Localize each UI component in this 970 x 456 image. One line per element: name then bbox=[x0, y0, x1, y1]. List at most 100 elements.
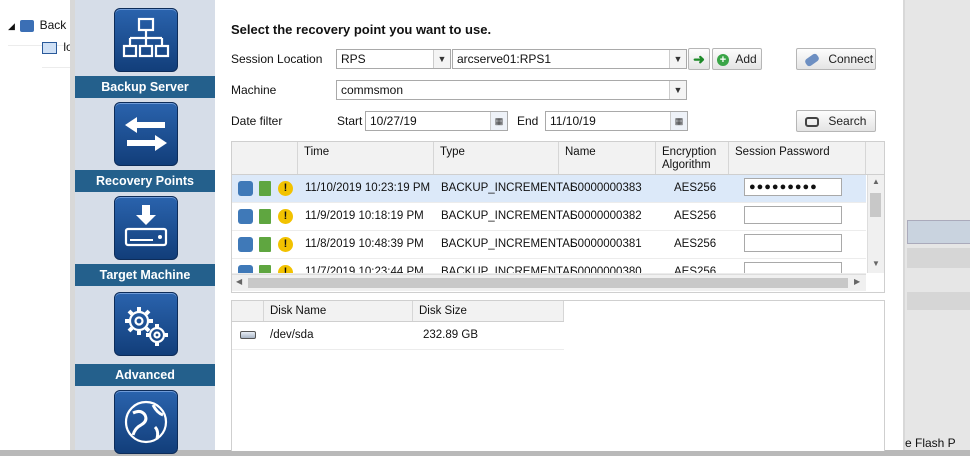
column-header-name[interactable]: Name bbox=[559, 142, 656, 174]
connect-button[interactable]: Connect bbox=[796, 48, 876, 70]
chevron-down-icon[interactable]: ▼ bbox=[433, 50, 450, 68]
flag-icon bbox=[259, 209, 271, 224]
scroll-down-icon[interactable]: ▼ bbox=[872, 259, 880, 268]
flag-icon bbox=[259, 237, 271, 252]
table-row[interactable]: /dev/sda 232.89 GB bbox=[232, 322, 564, 350]
column-header-type[interactable]: Type bbox=[434, 142, 559, 174]
start-date-field[interactable]: 10/27/19 ▦ bbox=[365, 111, 508, 131]
chevron-down-icon[interactable]: ▼ bbox=[669, 50, 686, 68]
sidebar-item-recovery-points[interactable]: Recovery Points bbox=[75, 98, 215, 192]
session-password-input[interactable] bbox=[744, 262, 842, 273]
cell-encryption: AES256 bbox=[674, 266, 717, 274]
machine-label: Machine bbox=[231, 83, 277, 97]
machine-value: commsmon bbox=[341, 83, 404, 97]
sidebar-item-next-step[interactable] bbox=[75, 386, 215, 454]
sidebar-item-backup-server[interactable]: Backup Server bbox=[75, 0, 215, 98]
column-header-disk-name[interactable]: Disk Name bbox=[270, 305, 326, 317]
background-tree-panel: ◢ Back lo bbox=[0, 0, 73, 450]
warning-icon: ! bbox=[278, 181, 293, 196]
search-button-label: Search bbox=[828, 114, 867, 128]
sidebar-item-target-machine[interactable]: Target Machine bbox=[75, 192, 215, 286]
calendar-icon[interactable]: ▦ bbox=[670, 112, 687, 130]
background-text: e Flash P bbox=[905, 436, 956, 450]
session-password-input[interactable] bbox=[744, 206, 842, 224]
cell-type: BACKUP_INCREMENTAL bbox=[441, 238, 577, 250]
flag-icon bbox=[259, 265, 271, 273]
connect-button-label: Connect bbox=[828, 52, 874, 66]
column-divider bbox=[563, 301, 564, 321]
globe-icon bbox=[114, 390, 178, 454]
warning-icon: ! bbox=[278, 237, 293, 252]
cell-type: BACKUP_INCREMENTAL bbox=[441, 210, 577, 222]
column-header-disk-size[interactable]: Disk Size bbox=[419, 305, 467, 317]
cell-name: S0000000381 bbox=[570, 238, 642, 250]
sidebar-item-label: Backup Server bbox=[75, 76, 215, 98]
target-machine-icon bbox=[114, 196, 178, 260]
scroll-up-icon[interactable]: ▲ bbox=[872, 177, 880, 186]
session-location-label: Session Location bbox=[231, 52, 323, 66]
table-row[interactable]: ! 11/8/2019 10:48:39 PM BACKUP_INCREMENT… bbox=[232, 231, 866, 259]
start-date-value: 10/27/19 bbox=[370, 114, 417, 128]
scrollbar-thumb[interactable] bbox=[870, 193, 881, 217]
disk-icon bbox=[240, 331, 256, 339]
column-header-session-password[interactable]: Session Password bbox=[729, 142, 866, 174]
cell-type: BACKUP_INCREMENTAL bbox=[441, 182, 577, 194]
scroll-left-icon[interactable]: ◀ bbox=[236, 277, 242, 286]
arrow-right-icon[interactable]: ➜ bbox=[688, 48, 710, 70]
start-label: Start bbox=[337, 114, 363, 128]
cell-encryption: AES256 bbox=[674, 238, 717, 250]
horizontal-scrollbar[interactable]: ◀ ▶ bbox=[232, 274, 866, 291]
cell-name: S0000000380 bbox=[570, 266, 642, 274]
cell-time: 11/7/2019 10:23:44 PM bbox=[305, 266, 424, 274]
end-date-field[interactable]: 11/10/19 ▦ bbox=[545, 111, 688, 131]
binoculars-icon bbox=[805, 116, 819, 127]
session-password-input[interactable]: ●●●●●●●●● bbox=[744, 178, 842, 196]
scroll-right-icon[interactable]: ▶ bbox=[854, 277, 860, 286]
backup-server-icon bbox=[114, 8, 178, 72]
session-location-type-select[interactable]: RPS ▼ bbox=[336, 49, 451, 69]
recovery-point-icon bbox=[238, 181, 253, 196]
wizard-sidebar: Backup Server Recovery Points Target Mac… bbox=[75, 0, 215, 454]
cell-type: BACKUP_INCREMENTAL bbox=[441, 266, 577, 274]
column-header-icon[interactable] bbox=[232, 301, 264, 321]
calendar-icon[interactable]: ▦ bbox=[490, 112, 507, 130]
table-row[interactable]: ! 11/9/2019 10:18:19 PM BACKUP_INCREMENT… bbox=[232, 203, 866, 231]
cell-encryption: AES256 bbox=[674, 210, 717, 222]
sidebar-item-advanced[interactable]: Advanced bbox=[75, 286, 215, 386]
cell-time: 11/8/2019 10:48:39 PM bbox=[305, 238, 424, 250]
disk-table-header: Disk Name Disk Size bbox=[232, 301, 564, 322]
machine-select[interactable]: commsmon ▼ bbox=[336, 80, 687, 100]
table-header: Time Type Name Encryption Algorithm Sess… bbox=[232, 142, 884, 175]
page-title: Select the recovery point you want to us… bbox=[231, 22, 492, 37]
computer-icon bbox=[42, 41, 57, 54]
sidebar-item-label: Recovery Points bbox=[75, 170, 215, 192]
column-header-status[interactable] bbox=[232, 142, 298, 174]
chevron-down-icon[interactable]: ▼ bbox=[669, 81, 686, 99]
session-location-type-value: RPS bbox=[341, 52, 366, 66]
tree-node-local[interactable]: lo bbox=[42, 40, 73, 68]
recovery-point-icon bbox=[238, 209, 253, 224]
flag-icon bbox=[259, 181, 271, 196]
end-label: End bbox=[517, 114, 539, 128]
date-filter-label: Date filter bbox=[231, 114, 283, 128]
recovery-points-table: Time Type Name Encryption Algorithm Sess… bbox=[231, 141, 885, 293]
column-header-time[interactable]: Time bbox=[298, 142, 434, 174]
add-button[interactable]: + Add bbox=[712, 48, 762, 70]
scrollbar-thumb[interactable] bbox=[248, 278, 848, 288]
session-location-select[interactable]: arcserve01:RPS1 ▼ bbox=[452, 49, 687, 69]
session-password-input[interactable] bbox=[744, 234, 842, 252]
cell-disk-size: 232.89 GB bbox=[423, 329, 478, 341]
search-button[interactable]: Search bbox=[796, 110, 876, 132]
recovery-point-icon bbox=[238, 237, 253, 252]
vertical-scrollbar[interactable]: ▲ ▼ bbox=[867, 175, 884, 273]
table-row[interactable]: ! 11/10/2019 10:23:19 PM BACKUP_INCREMEN… bbox=[232, 175, 866, 203]
table-row[interactable]: ! 11/7/2019 10:23:44 PM BACKUP_INCREMENT… bbox=[232, 259, 866, 274]
cell-name: S0000000382 bbox=[570, 210, 642, 222]
warning-icon: ! bbox=[278, 209, 293, 224]
column-header-encryption[interactable]: Encryption Algorithm bbox=[656, 142, 729, 174]
column-divider bbox=[412, 301, 413, 321]
plug-icon bbox=[803, 52, 821, 68]
warning-icon: ! bbox=[278, 265, 293, 273]
tree-expand-icon[interactable]: ◢ bbox=[8, 21, 15, 31]
cell-encryption: AES256 bbox=[674, 182, 717, 194]
